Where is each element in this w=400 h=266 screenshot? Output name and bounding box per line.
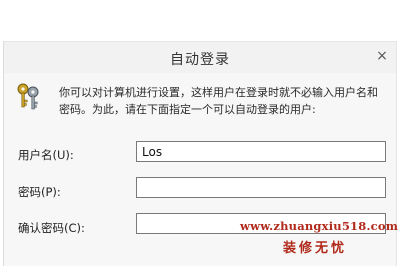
description-text: 你可以对计算机进行设置，这样用户在登录时就不必输入用户名和密码。为此，请在下面指… — [59, 86, 378, 116]
username-label: 用户名(U): — [18, 148, 74, 162]
username-field[interactable] — [136, 141, 386, 162]
dialog-title: 自动登录 — [170, 52, 230, 68]
password-field[interactable] — [136, 177, 386, 198]
screenshot: 自动登录 × 你可以对计算机进行设置，这样用户在登录时就不必输入用户名和密码。为… — [0, 0, 400, 266]
watermark-text: 装修无忧 — [282, 241, 347, 256]
password-label: 密码(P): — [18, 185, 61, 199]
confirm-password-label: 确认密码(C): — [18, 221, 85, 235]
watermark: www.zhuangxiu518.com 装修无忧 — [240, 219, 399, 256]
close-button[interactable]: × — [374, 48, 390, 64]
title-bar: 自动登录 × — [4, 42, 396, 73]
close-icon: × — [376, 48, 388, 64]
watermark-url: www.zhuangxiu518.com — [240, 219, 399, 233]
keys-icon — [17, 83, 39, 110]
